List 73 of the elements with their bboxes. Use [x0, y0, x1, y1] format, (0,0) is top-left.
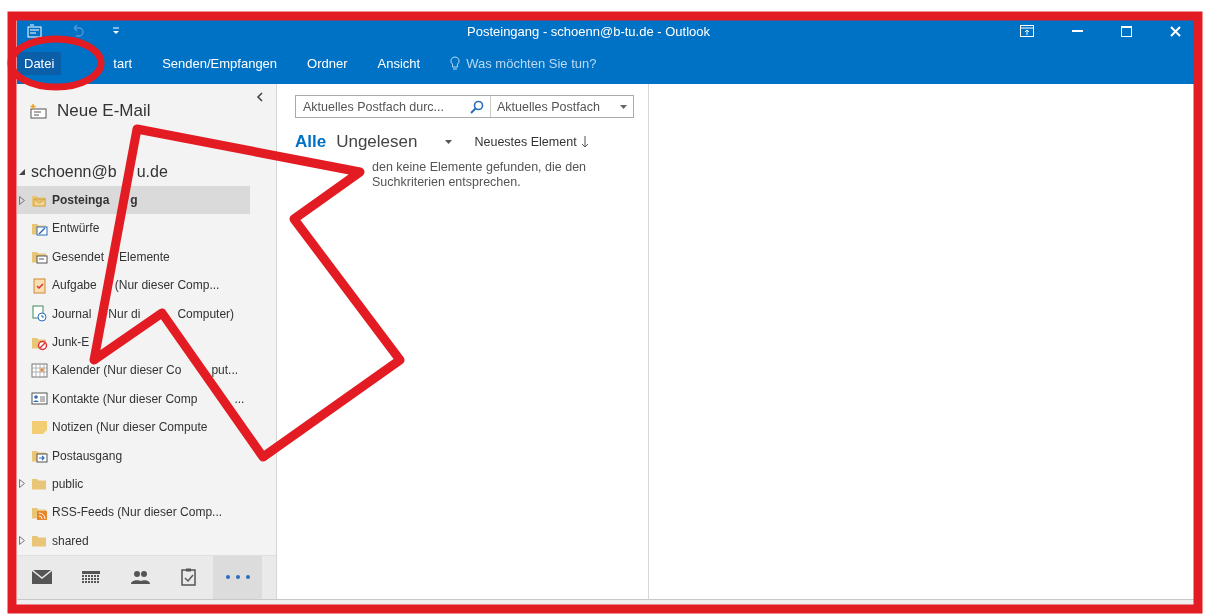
- folder-item[interactable]: Entwürfe: [17, 214, 250, 243]
- window-title: Posteingang - schoenn@b-tu.de - Outlook: [467, 23, 711, 39]
- empty-message: den keine Elemente gefunden, die den Suchkriterien entsprechen.: [372, 160, 588, 190]
- folder-item[interactable]: Gesendet Elemente: [17, 242, 250, 272]
- folder-name: put...: [211, 363, 239, 378]
- folder-item[interactable]: Aufgabe (Nur dieser Comp...: [17, 271, 250, 300]
- lightbulb-icon: [450, 55, 461, 71]
- down-arrow-icon[interactable]: [580, 136, 589, 148]
- ribbon-tab[interactable]: Ansicht: [377, 51, 421, 75]
- folder-name: (Nur dieser Comp...: [114, 278, 220, 293]
- folder-name: shared: [52, 533, 89, 548]
- folder-item[interactable]: Junk-E: [17, 327, 250, 357]
- account-name[interactable]: schoenn@b: [31, 163, 117, 182]
- ribbon-tab[interactable]: Senden/Empfangen: [162, 51, 278, 75]
- customize-caret-icon[interactable]: [112, 27, 120, 35]
- folder-name: g: [130, 193, 138, 208]
- search-field[interactable]: Aktuelles Postfach durc...: [296, 96, 491, 117]
- collapsed-triangle-icon[interactable]: [19, 479, 25, 489]
- mail-icon: [31, 570, 52, 585]
- folder-name: Postausgang: [52, 448, 123, 463]
- folder-item[interactable]: Notizen (Nur dieser Compute: [17, 413, 250, 442]
- folder-item[interactable]: RSS-Feeds (Nur dieser Comp...: [17, 498, 250, 527]
- journal-clock-icon: [31, 305, 48, 323]
- filter-caret-icon[interactable]: [445, 140, 453, 144]
- folder-name: Nur di: [108, 306, 141, 321]
- clipboard-icon: [31, 276, 48, 294]
- folder-item[interactable]: Kontakte (Nur dieser Comp ...: [17, 384, 250, 413]
- folder-name: Journal: [52, 306, 92, 321]
- folder-item[interactable]: public: [17, 469, 250, 499]
- filter-tab[interactable]: Alle: [295, 132, 327, 152]
- folder-name: RSS-Feeds (Nur dieser Comp...: [52, 505, 223, 520]
- folder-item[interactable]: Journal Nur di Computer): [17, 299, 250, 328]
- collapsed-triangle-icon[interactable]: [19, 195, 25, 205]
- folder-item[interactable]: Kalender (Nur dieser Co put...: [17, 356, 250, 385]
- calendar-icon: [31, 361, 48, 379]
- folder-name: Aufgabe: [52, 278, 97, 293]
- folder-name: Posteinga: [52, 193, 110, 208]
- more-icon: [225, 575, 250, 580]
- folder-item[interactable]: shared: [17, 526, 250, 555]
- account-name[interactable]: u.de: [136, 163, 168, 182]
- folder-name: Entwürfe: [52, 221, 100, 236]
- folder-name: Computer): [177, 306, 235, 321]
- ribbon-display-icon[interactable]: [1020, 25, 1034, 37]
- folder-name: Junk-E: [52, 335, 90, 349]
- folder-name: Elemente: [119, 249, 170, 264]
- folder-name: ...: [234, 391, 245, 406]
- scope-dropdown[interactable]: Aktuelles Postfach: [491, 96, 633, 117]
- collapsed-triangle-icon[interactable]: [19, 536, 25, 546]
- folder-name: Notizen (Nur dieser Compute: [52, 420, 208, 435]
- folder-item[interactable]: Posteinga g: [17, 185, 250, 215]
- close-icon[interactable]: [1170, 25, 1181, 37]
- people-icon: [129, 570, 150, 585]
- contact-card-icon: [31, 390, 48, 408]
- sort-button[interactable]: Neuestes Element: [474, 135, 577, 149]
- ribbon-tab[interactable]: tart: [113, 51, 133, 75]
- new-mail-button[interactable]: Neue E-Mail: [17, 94, 163, 128]
- folder-name: Kontakte (Nur dieser Comp: [52, 391, 198, 406]
- clipboard-check-icon: [181, 568, 196, 587]
- folder-name: Kalender (Nur dieser Co: [52, 363, 182, 378]
- file-tab[interactable]: Datei: [17, 51, 62, 75]
- expanded-triangle-icon[interactable]: [19, 169, 25, 176]
- new-mail-icon: [29, 103, 47, 119]
- calendar-icon: [81, 570, 100, 584]
- folder-name: public: [52, 476, 84, 491]
- folder-item[interactable]: Postausgang: [17, 441, 250, 470]
- maximize-icon[interactable]: [1121, 25, 1132, 37]
- collapse-chevron-icon[interactable]: [256, 92, 264, 102]
- search-icon[interactable]: [470, 99, 484, 114]
- sticky-note-icon: [31, 418, 48, 436]
- filter-tab[interactable]: Ungelesen: [336, 132, 418, 152]
- dropdown-caret-icon: [620, 104, 627, 109]
- ribbon-tab[interactable]: Ordner: [307, 51, 348, 75]
- folder-name: Gesendet: [52, 249, 105, 264]
